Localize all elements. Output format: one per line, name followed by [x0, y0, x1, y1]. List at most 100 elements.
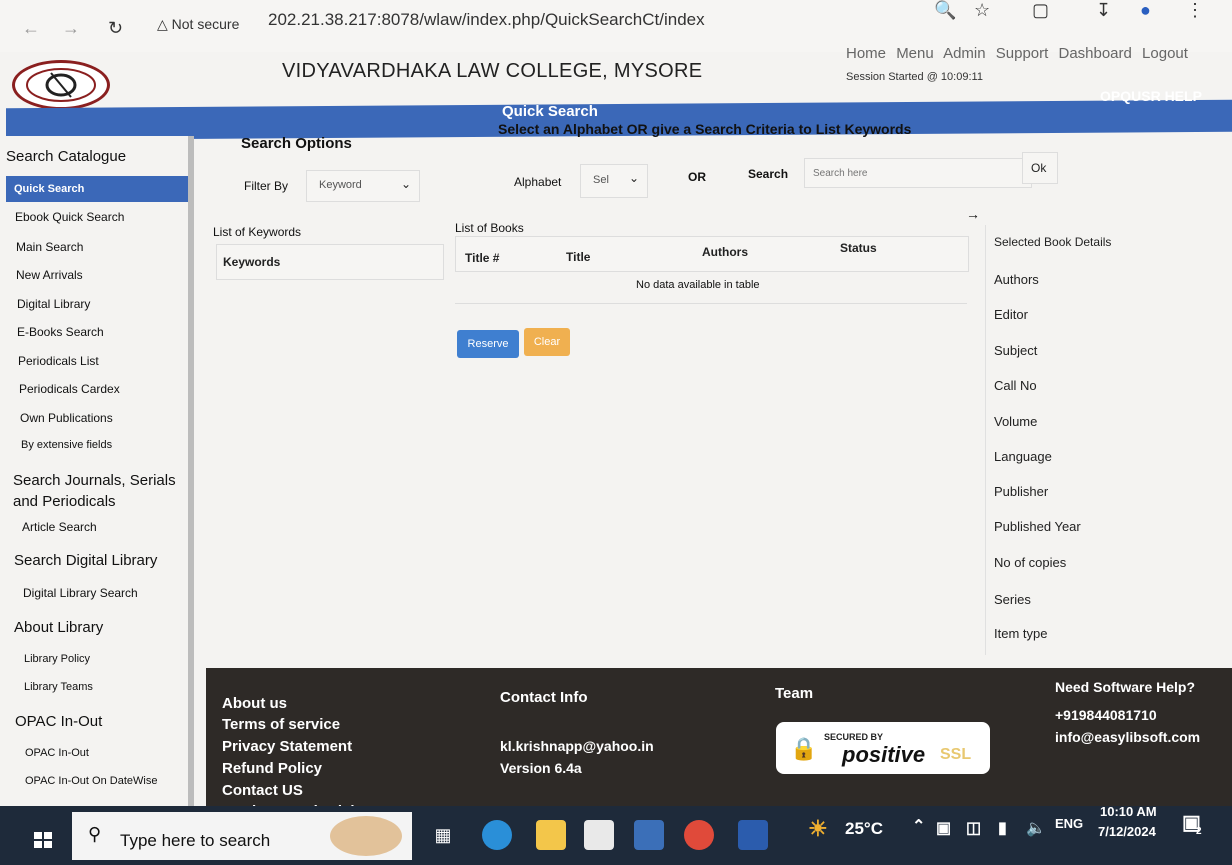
zoom-icon[interactable]: 🔍	[934, 0, 956, 21]
sidebar-item-library-teams[interactable]: Library Teams	[24, 681, 93, 693]
sidebar-item-ebook-quick-search[interactable]: Ebook Quick Search	[15, 210, 124, 224]
column-title-number[interactable]: Title #	[465, 251, 499, 265]
sidebar-item-digital-library[interactable]: Digital Library	[17, 297, 90, 311]
address-bar[interactable]: 202.21.38.217:8078/wlaw/index.php/QuickS…	[268, 10, 705, 30]
download-icon[interactable]: ↧	[1096, 0, 1111, 21]
top-navigation: Home Menu Admin Support Dashboard Logout	[846, 45, 1194, 62]
chrome-icon[interactable]	[684, 820, 714, 850]
tray-display-icon[interactable]: ▮	[998, 818, 1007, 838]
arrow-right-icon[interactable]: →	[966, 206, 980, 222]
nav-logout-link[interactable]: Logout	[1142, 45, 1188, 62]
ssl-suffix: SSL	[940, 746, 972, 763]
help-link[interactable]: OPQUSR HELP	[1100, 88, 1202, 104]
footer-team-link[interactable]: Team	[775, 685, 813, 702]
footer-contact-title: Contact Info	[500, 689, 588, 706]
ssl-secured-label: SECURED BY	[824, 732, 884, 742]
search-input[interactable]	[804, 158, 1032, 188]
task-view-icon[interactable]: ▦	[428, 820, 458, 850]
extensions-icon[interactable]: ▢	[1032, 0, 1049, 21]
search-icon: ⚲	[88, 824, 102, 844]
security-warning[interactable]: △ Not secure	[157, 16, 239, 33]
table-bottom-divider	[455, 303, 967, 304]
footer-link-terms[interactable]: Terms of service	[222, 716, 340, 733]
reload-icon[interactable]: ↻	[108, 18, 123, 39]
alphabet-value: Sel	[593, 174, 609, 186]
sidebar-heading-catalogue: Search Catalogue	[6, 148, 127, 165]
sidebar-item-opac-datewise[interactable]: OPAC In-Out On DateWise	[25, 775, 157, 787]
footer-help-title: Need Software Help?	[1055, 679, 1196, 695]
store-icon[interactable]	[584, 820, 614, 850]
edge-browser-icon[interactable]	[482, 820, 512, 850]
sidebar-heading-opac: OPAC In-Out	[15, 713, 103, 730]
sidebar-item-periodicals-list[interactable]: Periodicals List	[18, 354, 99, 368]
windows-start-icon[interactable]	[20, 823, 66, 857]
college-logo	[12, 60, 110, 110]
sidebar-item-quick-search[interactable]: Quick Search	[14, 183, 84, 195]
tray-network-icon[interactable]: ◫	[966, 818, 981, 838]
nav-menu-link[interactable]: Menu	[896, 45, 934, 62]
volume-icon[interactable]: 🔈	[1026, 818, 1046, 838]
sidebar-item-own-publications[interactable]: Own Publications	[20, 411, 113, 425]
weather-icon[interactable]: ☀	[808, 816, 828, 842]
column-status[interactable]: Status	[840, 241, 877, 255]
footer-help-phone[interactable]: +919844081710	[1055, 707, 1157, 723]
college-name: VIDYAVARDHAKA LAW COLLEGE, MYSORE	[282, 60, 703, 82]
word-icon[interactable]	[738, 820, 768, 850]
keywords-table-header: Keywords	[216, 244, 444, 280]
footer-link-about[interactable]: About us	[222, 695, 287, 712]
star-icon[interactable]: ☆	[974, 0, 990, 21]
footer-version: Version 6.4a	[500, 760, 582, 776]
nav-admin-link[interactable]: Admin	[943, 45, 986, 62]
sidebar-item-opac-in-out[interactable]: OPAC In-Out	[25, 747, 89, 759]
alphabet-select[interactable]: Sel ⌄	[580, 164, 648, 198]
ok-button[interactable]: Ok	[1022, 152, 1058, 184]
footer-link-privacy[interactable]: Privacy Statement	[222, 738, 352, 755]
sidebar-item-new-arrivals[interactable]: New Arrivals	[16, 268, 83, 282]
search-options-title: Search Options	[241, 135, 352, 152]
temperature[interactable]: 25°C	[845, 819, 883, 839]
footer-link-refund[interactable]: Refund Policy	[222, 760, 322, 777]
sidebar-item-main-search[interactable]: Main Search	[16, 240, 83, 254]
footer-help-email[interactable]: info@easylibsoft.com	[1055, 729, 1200, 745]
column-authors[interactable]: Authors	[702, 245, 748, 259]
footer-contact-email[interactable]: kl.krishnapp@yahoo.in	[500, 738, 654, 754]
detail-call-no: Call No	[994, 378, 1037, 393]
filter-by-select[interactable]: Keyword ⌄	[306, 170, 420, 202]
menu-kebab-icon[interactable]: ⋮	[1186, 0, 1204, 21]
list-books-title: List of Books	[455, 221, 524, 235]
sidebar-item-extensive-fields[interactable]: By extensive fields	[21, 439, 112, 451]
language-indicator[interactable]: ENG	[1055, 816, 1083, 831]
empty-table-message: No data available in table	[636, 279, 760, 291]
list-keywords-title: List of Keywords	[213, 225, 302, 239]
sidebar-item-digital-library-search[interactable]: Digital Library Search	[23, 586, 138, 600]
column-title[interactable]: Title	[566, 250, 590, 264]
sidebar-item-periodicals-cardex[interactable]: Periodicals Cardex	[19, 382, 120, 396]
back-arrow-icon[interactable]: ←	[22, 18, 40, 39]
sidebar-item-article-search[interactable]: Article Search	[22, 520, 97, 534]
notification-count: 2	[1196, 826, 1202, 837]
ok-button-label: Ok	[1031, 161, 1047, 175]
sidebar-item-library-policy[interactable]: Library Policy	[24, 653, 90, 665]
file-explorer-icon[interactable]	[536, 820, 566, 850]
detail-no-of-copies: No of copies	[994, 555, 1067, 570]
taskbar-search-placeholder: Type here to search	[120, 831, 271, 850]
filter-by-label: Filter By	[244, 179, 289, 193]
reserve-button[interactable]: Reserve	[457, 330, 519, 358]
mail-icon[interactable]	[634, 820, 664, 850]
clock-time[interactable]: 10:10 AM	[1100, 804, 1157, 819]
tray-chevron-icon[interactable]: ⌃	[912, 816, 925, 836]
sidebar-item-ebooks-search[interactable]: E-Books Search	[17, 325, 104, 339]
footer-link-contact[interactable]: Contact US	[222, 782, 303, 799]
nav-home-link[interactable]: Home	[846, 45, 886, 62]
profile-icon[interactable]: ●	[1140, 0, 1151, 21]
sidebar-heading-journals: Search Journals, Serials and Periodicals	[13, 472, 176, 510]
forward-arrow-icon[interactable]: →	[62, 18, 80, 39]
nav-dashboard-link[interactable]: Dashboard	[1058, 45, 1131, 62]
keywords-column-header[interactable]: Keywords	[223, 255, 280, 269]
detail-publisher: Publisher	[994, 484, 1049, 499]
nav-support-link[interactable]: Support	[996, 45, 1049, 62]
tray-app-icon[interactable]: ▣	[936, 818, 951, 838]
clock-date[interactable]: 7/12/2024	[1098, 824, 1156, 839]
detail-authors: Authors	[994, 272, 1039, 287]
clear-button[interactable]: Clear	[524, 328, 570, 356]
